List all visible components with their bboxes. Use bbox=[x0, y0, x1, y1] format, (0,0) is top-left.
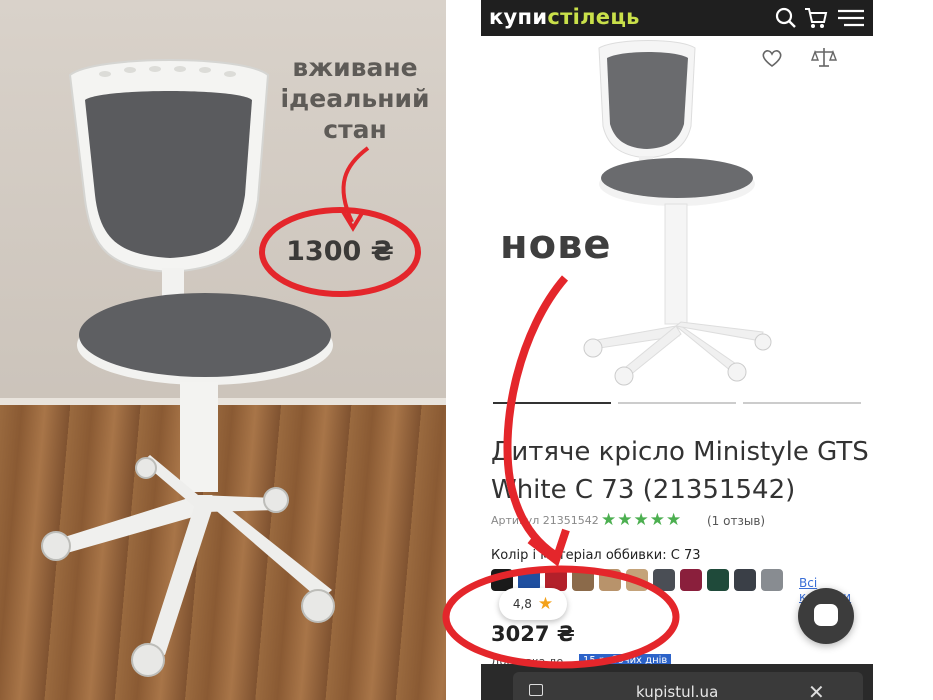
site-header: купистілець bbox=[481, 0, 873, 36]
heart-icon[interactable] bbox=[761, 48, 783, 68]
product-price: 3027 ₴ bbox=[491, 622, 575, 646]
color-swatch[interactable] bbox=[707, 569, 729, 591]
color-swatch[interactable] bbox=[572, 569, 594, 591]
color-swatch[interactable] bbox=[761, 569, 783, 591]
rating-badge: 4,8 ★ bbox=[499, 588, 567, 620]
caption-line-2: ідеальний bbox=[280, 84, 430, 113]
color-swatch[interactable] bbox=[680, 569, 702, 591]
sku: Артикул 21351542 bbox=[491, 514, 599, 527]
site-logo[interactable]: купистілець bbox=[489, 5, 640, 29]
color-swatch[interactable] bbox=[734, 569, 756, 591]
used-chair-photo: вживане ідеальний стан 1300 ₴ bbox=[0, 0, 446, 700]
color-swatch[interactable] bbox=[626, 569, 648, 591]
chat-icon bbox=[814, 604, 838, 626]
browser-url[interactable]: kupistul.ua bbox=[636, 683, 718, 700]
product-title: Дитяче крісло Ministyle GTS White C 73 (… bbox=[491, 437, 869, 505]
product-image[interactable] bbox=[481, 36, 873, 396]
color-swatch[interactable] bbox=[653, 569, 675, 591]
rating-stars[interactable]: ★★★★★ bbox=[601, 510, 682, 530]
reviews-link[interactable]: (1 отзыв) bbox=[707, 514, 765, 528]
caption-line-3: стан bbox=[323, 115, 387, 144]
color-label: Колір і матеріал оббивки: С 73 bbox=[491, 548, 701, 563]
menu-icon[interactable] bbox=[836, 5, 866, 31]
phone-screenshot: купистілець Дитяче крісло Ministyle GTS … bbox=[481, 0, 873, 700]
caption-line-1: вживане bbox=[292, 53, 418, 82]
gallery-indicator-active[interactable] bbox=[493, 402, 611, 404]
compare-icon[interactable] bbox=[811, 46, 837, 70]
gallery-indicator[interactable] bbox=[743, 402, 861, 404]
color-swatch[interactable] bbox=[599, 569, 621, 591]
cart-icon[interactable] bbox=[803, 5, 829, 31]
gap bbox=[446, 0, 481, 700]
chat-button[interactable] bbox=[798, 588, 854, 644]
used-price: 1300 ₴ bbox=[286, 236, 394, 267]
logo-part1: купи bbox=[489, 5, 548, 29]
tabs-icon[interactable] bbox=[529, 684, 543, 696]
new-label: нове bbox=[500, 222, 612, 268]
used-caption: вживане ідеальний стан bbox=[270, 52, 440, 145]
gallery-indicator[interactable] bbox=[618, 402, 736, 404]
close-icon[interactable]: ✕ bbox=[808, 680, 825, 700]
search-icon[interactable] bbox=[773, 5, 799, 31]
margin-right bbox=[873, 0, 933, 700]
rating-value: 4,8 bbox=[512, 597, 532, 611]
star-icon: ★ bbox=[537, 594, 554, 614]
logo-part2: стілець bbox=[547, 5, 640, 29]
